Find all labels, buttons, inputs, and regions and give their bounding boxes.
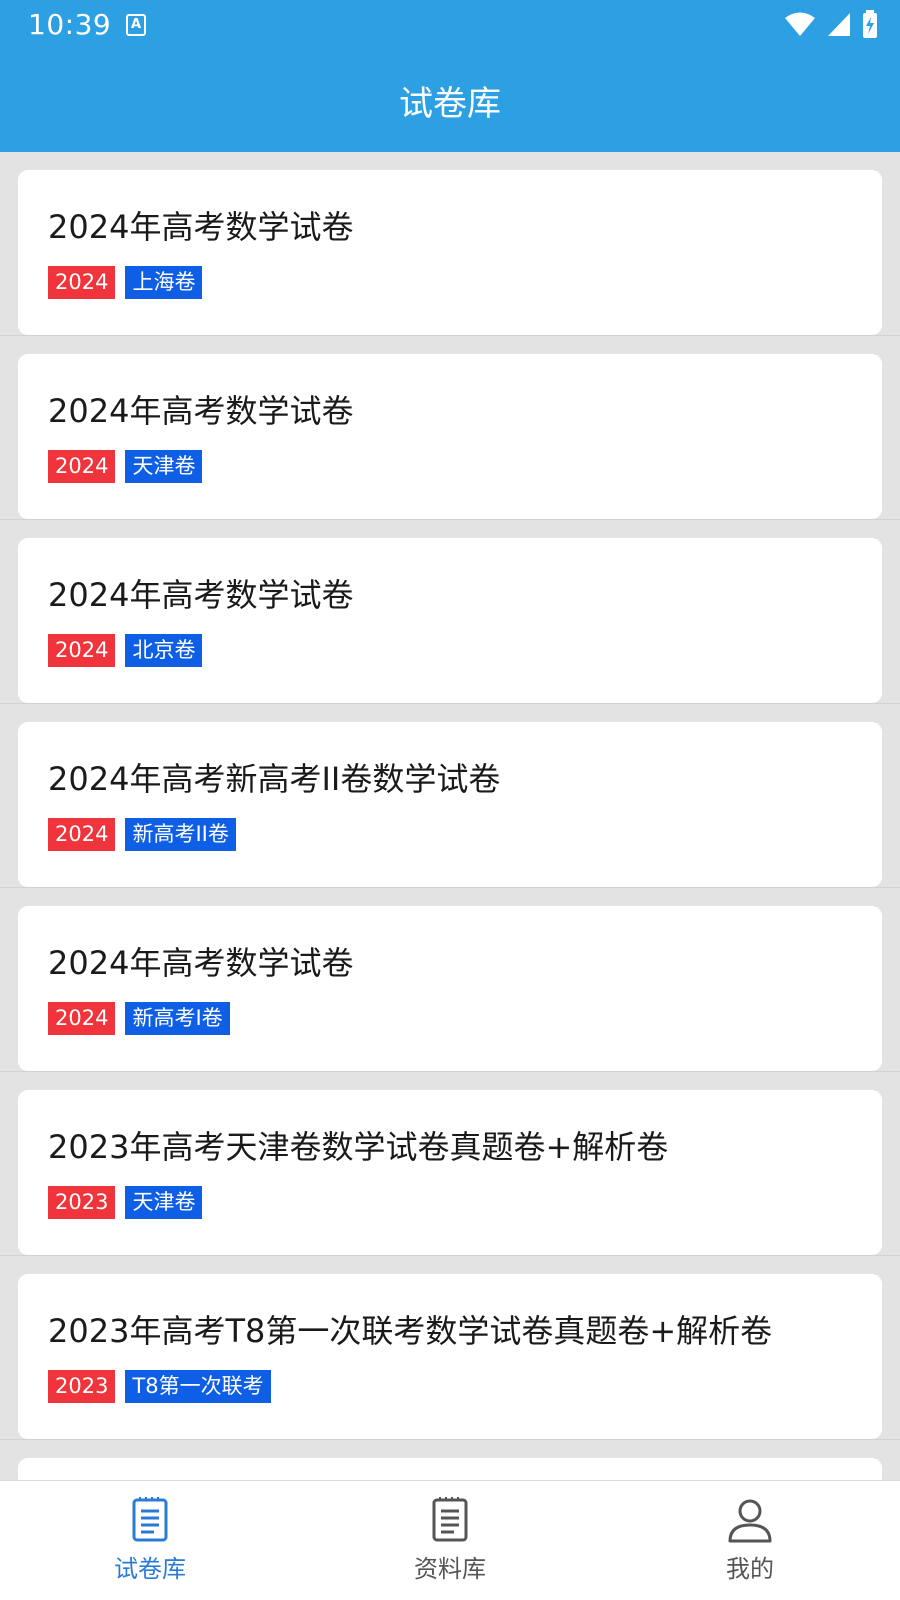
list-item: 2024年高考数学试卷 2024 北京卷 (0, 520, 900, 704)
tab-exam-library[interactable]: 试卷库 (0, 1481, 300, 1600)
paper-title: 2024年高考数学试卷 (48, 208, 354, 246)
region-tag: 天津卷 (125, 1186, 203, 1219)
paper-card[interactable] (18, 1458, 882, 1480)
tag-group: 2024 天津卷 (48, 450, 852, 483)
app-bar: 10:39 A 试卷库 (0, 0, 900, 152)
list-item: 2023年高考T8第一次联考数学试卷真题卷+解析卷 2023 T8第一次联考 (0, 1256, 900, 1440)
year-tag: 2024 (48, 450, 116, 483)
status-time: 10:39 (28, 8, 112, 41)
paper-title: 2024年高考新高考II卷数学试卷 (48, 760, 501, 798)
region-tag: 上海卷 (125, 266, 203, 299)
paper-title: 2024年高考数学试卷 (48, 576, 354, 614)
year-tag: 2024 (48, 818, 116, 851)
paper-list[interactable]: 2024年高考数学试卷 2024 上海卷 2024年高考数学试卷 2024 天津… (0, 152, 900, 1480)
page-title: 试卷库 (399, 84, 501, 124)
region-tag: 新高考I卷 (125, 1002, 230, 1035)
tag-group: 2024 新高考II卷 (48, 818, 852, 851)
paper-card[interactable]: 2024年高考新高考II卷数学试卷 2024 新高考II卷 (18, 722, 882, 887)
paper-card[interactable]: 2023年高考天津卷数学试卷真题卷+解析卷 2023 天津卷 (18, 1090, 882, 1255)
paper-title: 2023年高考天津卷数学试卷真题卷+解析卷 (48, 1128, 669, 1166)
list-item (0, 1440, 900, 1480)
paper-title: 2024年高考数学试卷 (48, 944, 354, 982)
paper-card[interactable]: 2024年高考数学试卷 2024 天津卷 (18, 354, 882, 519)
bottom-tab-bar: 试卷库 资料库 我的 (0, 1480, 900, 1600)
year-tag: 2023 (48, 1186, 116, 1219)
tab-resource-library[interactable]: 资料库 (300, 1481, 600, 1600)
region-tag: 天津卷 (125, 450, 203, 483)
wifi-icon (785, 12, 815, 36)
list-item: 2024年高考新高考II卷数学试卷 2024 新高考II卷 (0, 704, 900, 888)
status-bar: 10:39 A (0, 0, 900, 52)
tab-label: 我的 (726, 1555, 774, 1583)
year-tag: 2024 (48, 634, 116, 667)
tag-group: 2023 天津卷 (48, 1186, 852, 1219)
paper-card[interactable]: 2023年高考T8第一次联考数学试卷真题卷+解析卷 2023 T8第一次联考 (18, 1274, 882, 1439)
document-icon (432, 1497, 468, 1542)
signal-icon (828, 13, 850, 36)
paper-card[interactable]: 2024年高考数学试卷 2024 北京卷 (18, 538, 882, 703)
tag-group: 2024 北京卷 (48, 634, 852, 667)
tag-group: 2023 T8第一次联考 (48, 1370, 852, 1403)
user-icon (728, 1499, 772, 1543)
paper-title: 2024年高考数学试卷 (48, 392, 354, 430)
paper-title: 2023年高考T8第一次联考数学试卷真题卷+解析卷 (48, 1312, 773, 1350)
tag-group: 2024 上海卷 (48, 266, 852, 299)
region-tag: 北京卷 (125, 634, 203, 667)
year-tag: 2023 (48, 1370, 116, 1403)
document-icon (132, 1497, 168, 1542)
list-item: 2024年高考数学试卷 2024 新高考I卷 (0, 888, 900, 1072)
tab-label: 试卷库 (114, 1555, 186, 1583)
list-item: 2024年高考数学试卷 2024 上海卷 (0, 152, 900, 336)
paper-card[interactable]: 2024年高考数学试卷 2024 上海卷 (18, 170, 882, 335)
tab-mine[interactable]: 我的 (600, 1481, 900, 1600)
tag-group: 2024 新高考I卷 (48, 1002, 852, 1035)
list-item: 2023年高考天津卷数学试卷真题卷+解析卷 2023 天津卷 (0, 1072, 900, 1256)
tab-label: 资料库 (414, 1555, 486, 1583)
year-tag: 2024 (48, 266, 116, 299)
region-tag: 新高考II卷 (125, 818, 236, 851)
paper-card[interactable]: 2024年高考数学试卷 2024 新高考I卷 (18, 906, 882, 1071)
status-icons (784, 10, 878, 38)
year-tag: 2024 (48, 1002, 116, 1035)
notification-icon: A (126, 14, 146, 36)
region-tag: T8第一次联考 (125, 1370, 271, 1403)
battery-icon (863, 10, 877, 38)
list-item: 2024年高考数学试卷 2024 天津卷 (0, 336, 900, 520)
